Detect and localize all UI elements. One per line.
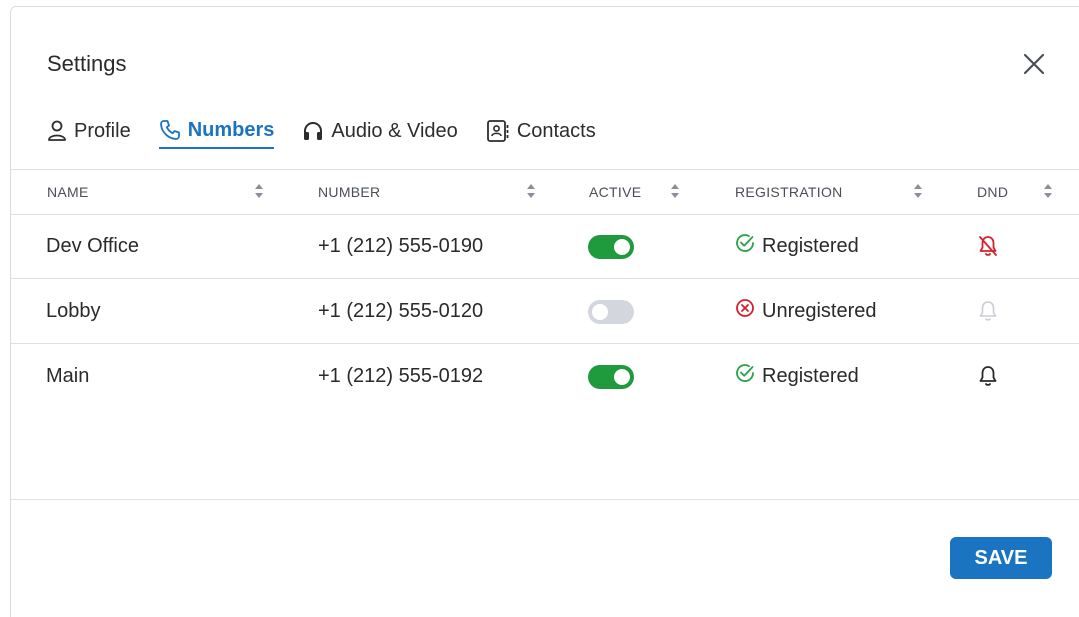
registration-status: Registered (734, 234, 859, 258)
check-circle-icon (734, 232, 756, 260)
table-header: NAME NUMBER ACTIVE REGISTRATION DND (11, 169, 1079, 215)
row-name: Main (46, 365, 90, 387)
tab-label: Audio & Video (331, 119, 458, 142)
bell-disabled-icon[interactable] (977, 299, 999, 323)
tab-bar: Profile Numbers Audio & Video Contacts (47, 115, 624, 153)
bell-slash-icon[interactable] (977, 234, 999, 258)
sort-icon[interactable] (1042, 181, 1054, 201)
row-name: Dev Office (46, 235, 139, 257)
close-icon[interactable] (1019, 49, 1049, 79)
row-number: +1 (212) 555-0192 (318, 365, 484, 387)
row-number: +1 (212) 555-0120 (318, 300, 484, 322)
tab-label: Contacts (516, 119, 596, 142)
registration-label: Registered (762, 234, 859, 257)
sort-icon[interactable] (912, 181, 924, 201)
tab-label: Profile (74, 119, 131, 142)
sort-icon[interactable] (253, 181, 265, 201)
save-button[interactable]: SAVE (950, 537, 1052, 579)
active-toggle[interactable] (588, 300, 634, 324)
check-circle-icon (734, 362, 756, 390)
column-header-active: ACTIVE (589, 184, 642, 200)
toggle-knob (592, 304, 608, 320)
table-row: Main +1 (212) 555-0192 Registered (11, 344, 1079, 408)
table-row: Dev Office +1 (212) 555-0190 Registered (11, 214, 1079, 279)
tab-profile[interactable]: Profile (47, 115, 131, 147)
dialog-title: Settings (47, 51, 127, 76)
bell-icon[interactable] (977, 364, 999, 388)
settings-dialog: Settings Profile Numbers Audio & Video C… (10, 6, 1079, 617)
phone-icon (159, 119, 181, 141)
registration-status: Registered (734, 364, 859, 388)
toggle-knob (614, 369, 630, 385)
person-icon (47, 120, 67, 142)
row-number: +1 (212) 555-0190 (318, 235, 484, 257)
tab-numbers[interactable]: Numbers (158, 115, 275, 149)
toggle-knob (614, 239, 630, 255)
table-row: Lobby +1 (212) 555-0120 Unregistered (11, 279, 1079, 344)
headphones-icon (302, 120, 324, 142)
contact-card-icon (486, 119, 510, 143)
active-toggle[interactable] (588, 235, 634, 259)
column-header-dnd: DND (977, 184, 1009, 200)
registration-status: Unregistered (734, 299, 877, 323)
tab-contacts[interactable]: Contacts (486, 115, 596, 147)
row-name: Lobby (46, 300, 101, 322)
column-header-number: NUMBER (318, 184, 381, 200)
registration-label: Registered (762, 364, 859, 387)
registration-label: Unregistered (762, 299, 877, 322)
sort-icon[interactable] (525, 181, 537, 201)
active-toggle[interactable] (588, 365, 634, 389)
footer-divider (11, 499, 1079, 500)
column-header-name: NAME (47, 184, 89, 200)
tab-audio-video[interactable]: Audio & Video (302, 115, 458, 147)
column-header-registration: REGISTRATION (735, 184, 843, 200)
tab-label: Numbers (187, 118, 275, 141)
x-circle-icon (734, 297, 756, 325)
sort-icon[interactable] (669, 181, 681, 201)
